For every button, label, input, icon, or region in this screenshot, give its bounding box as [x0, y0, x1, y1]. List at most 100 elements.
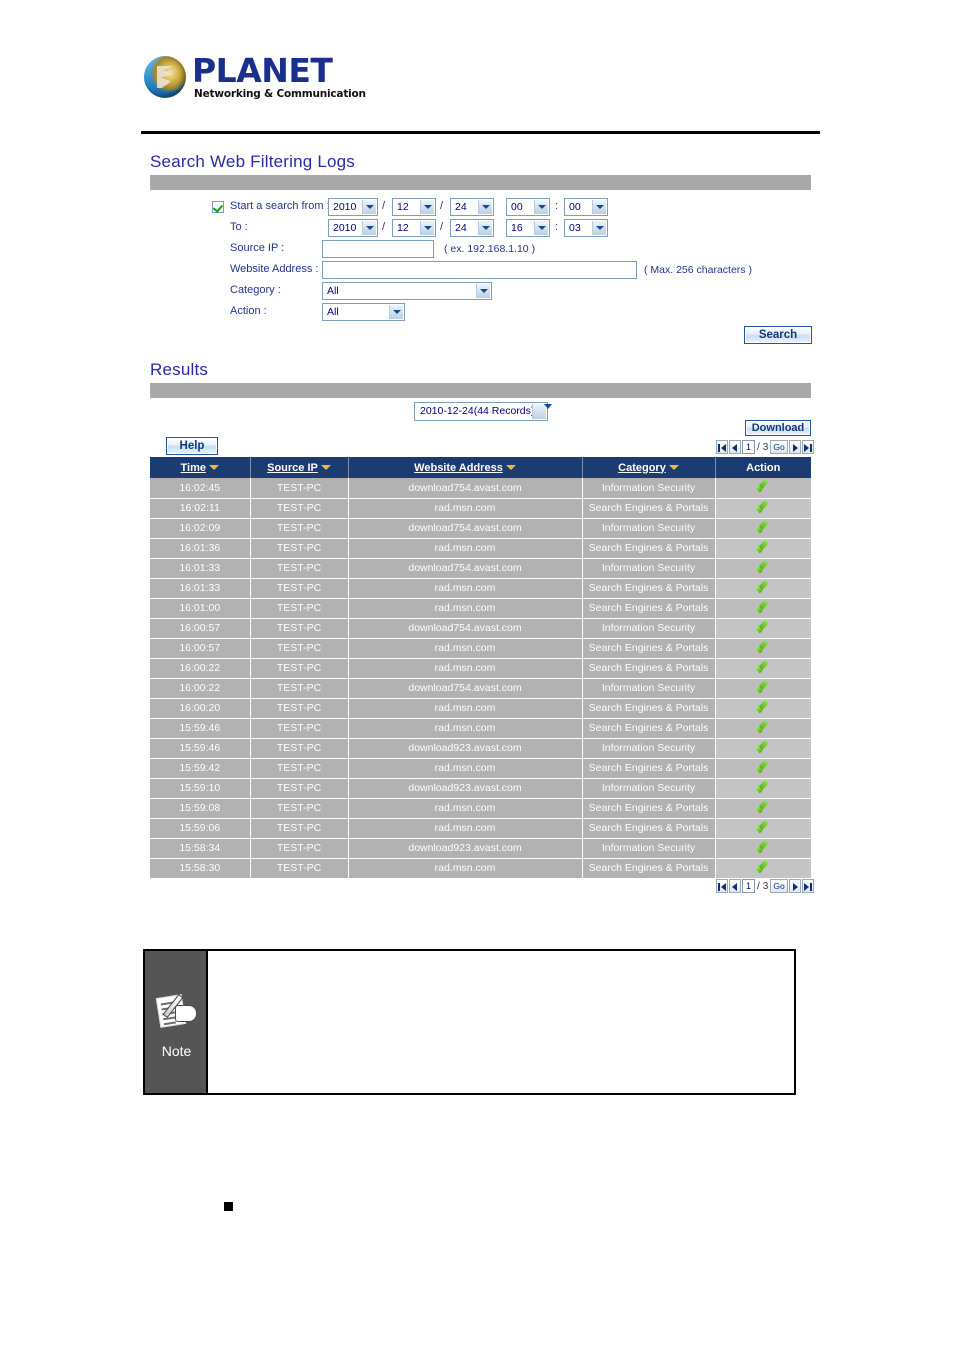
next-page-icon[interactable]	[788, 440, 801, 454]
cell-website: rad.msn.com	[348, 698, 583, 719]
table-row: 15:59:46 TEST-PC download923.avast.com Info…	[150, 738, 811, 759]
start-day-select[interactable]: 24	[450, 198, 494, 216]
category-value: All	[327, 285, 339, 297]
cell-time: 16:01:33	[150, 578, 251, 599]
cell-action[interactable]	[715, 478, 811, 499]
note-label: Note	[161, 1043, 192, 1059]
last-page-icon[interactable]	[801, 440, 814, 454]
note-body	[210, 951, 794, 1093]
cell-source-ip: TEST-PC	[250, 798, 349, 819]
chevron-down-icon	[389, 305, 403, 319]
source-ip-row: Source IP : ( ex. 192.168.1.10 )	[212, 240, 822, 260]
cell-action[interactable]	[715, 698, 811, 719]
cell-action[interactable]	[715, 578, 811, 599]
first-page-icon[interactable]	[716, 879, 728, 893]
category-row: Category : All	[212, 282, 822, 302]
search-button[interactable]: Search	[744, 326, 812, 344]
cell-website: rad.msn.com	[348, 718, 583, 739]
to-month-select[interactable]: 12	[392, 219, 436, 237]
page-separator: /	[757, 441, 760, 453]
download-button[interactable]: Download	[745, 420, 811, 436]
table-row: 16:02:11 TEST-PC rad.msn.com Search Engines…	[150, 498, 811, 519]
column-header-website-address[interactable]: Website Address	[348, 457, 583, 478]
planet-globe-icon	[144, 56, 186, 98]
cell-action[interactable]	[715, 558, 811, 579]
to-year-value: 2010	[333, 222, 357, 234]
source-ip-input[interactable]	[322, 240, 434, 258]
start-year-select[interactable]: 2010	[328, 198, 378, 216]
help-button[interactable]: Help	[166, 437, 218, 455]
cell-website: download754.avast.com	[348, 678, 583, 699]
cell-action[interactable]	[715, 678, 811, 699]
page-number-input[interactable]: 1	[742, 879, 755, 893]
cell-action[interactable]	[715, 598, 811, 619]
pager-top: 1 / 3 Go	[716, 440, 814, 454]
column-header-time[interactable]: Time	[150, 457, 251, 478]
cell-action[interactable]	[715, 858, 811, 879]
cell-category: Information Security	[582, 558, 716, 579]
column-header-source-ip[interactable]: Source IP	[250, 457, 349, 478]
to-day-select[interactable]: 24	[450, 219, 494, 237]
cell-action[interactable]	[715, 518, 811, 539]
cell-action[interactable]	[715, 498, 811, 519]
chevron-down-icon	[420, 221, 434, 235]
cell-action[interactable]	[715, 658, 811, 679]
chevron-down-icon	[476, 284, 490, 298]
to-hour-select[interactable]: 16	[506, 219, 550, 237]
action-select[interactable]: All	[322, 303, 405, 321]
cell-time: 16:01:33	[150, 558, 251, 579]
cell-time: 16:00:57	[150, 618, 251, 639]
sort-desc-icon	[668, 465, 679, 470]
last-page-icon[interactable]	[801, 879, 814, 893]
to-minute-value: 03	[569, 222, 581, 234]
cell-action[interactable]	[715, 798, 811, 819]
cell-time: 15:59:06	[150, 818, 251, 839]
cell-action[interactable]	[715, 538, 811, 559]
to-year-select[interactable]: 2010	[328, 219, 378, 237]
cell-action[interactable]	[715, 618, 811, 639]
cell-action[interactable]	[715, 638, 811, 659]
cell-action[interactable]	[715, 818, 811, 839]
cell-action[interactable]	[715, 718, 811, 739]
table-row: 15:58:34 TEST-PC download923.avast.com Info…	[150, 838, 811, 859]
start-hour-select[interactable]: 00	[506, 198, 550, 216]
prev-page-icon[interactable]	[729, 879, 741, 893]
green-check-icon	[756, 720, 771, 734]
category-select[interactable]: All	[322, 282, 492, 300]
go-button[interactable]: Go	[770, 879, 788, 893]
column-header-category[interactable]: Category	[582, 457, 716, 478]
cell-source-ip: TEST-PC	[250, 818, 349, 839]
cell-website: download754.avast.com	[348, 558, 583, 579]
cell-source-ip: TEST-PC	[250, 598, 349, 619]
cell-source-ip: TEST-PC	[250, 478, 349, 499]
go-button[interactable]: Go	[770, 440, 788, 454]
start-search-checkbox[interactable]	[212, 201, 224, 213]
website-address-input[interactable]	[322, 261, 637, 279]
cell-website: download754.avast.com	[348, 618, 583, 639]
table-row: 16:00:57 TEST-PC download754.avast.com Info…	[150, 618, 811, 639]
cell-source-ip: TEST-PC	[250, 558, 349, 579]
sort-desc-icon	[320, 465, 331, 470]
start-hour-value: 00	[511, 201, 523, 213]
to-minute-select[interactable]: 03	[564, 219, 608, 237]
next-page-icon[interactable]	[788, 879, 801, 893]
cell-action[interactable]	[715, 778, 811, 799]
to-month-value: 12	[397, 222, 409, 234]
category-label: Category :	[230, 284, 281, 296]
cell-action[interactable]	[715, 838, 811, 859]
cell-category: Information Security	[582, 618, 716, 639]
table-row: 16:02:45 TEST-PC download754.avast.com Info…	[150, 478, 811, 499]
cell-time: 16:00:57	[150, 638, 251, 659]
table-row: 16:01:33 TEST-PC rad.msn.com Search Engines…	[150, 578, 811, 599]
cell-action[interactable]	[715, 758, 811, 779]
start-minute-select[interactable]: 00	[564, 198, 608, 216]
first-page-icon[interactable]	[716, 440, 728, 454]
prev-page-icon[interactable]	[729, 440, 741, 454]
green-check-icon	[756, 560, 771, 574]
cell-action[interactable]	[715, 738, 811, 759]
cell-category: Information Security	[582, 518, 716, 539]
record-date-select[interactable]: 2010-12-24(44 Records)	[414, 402, 548, 421]
cell-category: Information Security	[582, 838, 716, 859]
page-number-input[interactable]: 1	[742, 440, 755, 454]
start-month-select[interactable]: 12	[392, 198, 436, 216]
